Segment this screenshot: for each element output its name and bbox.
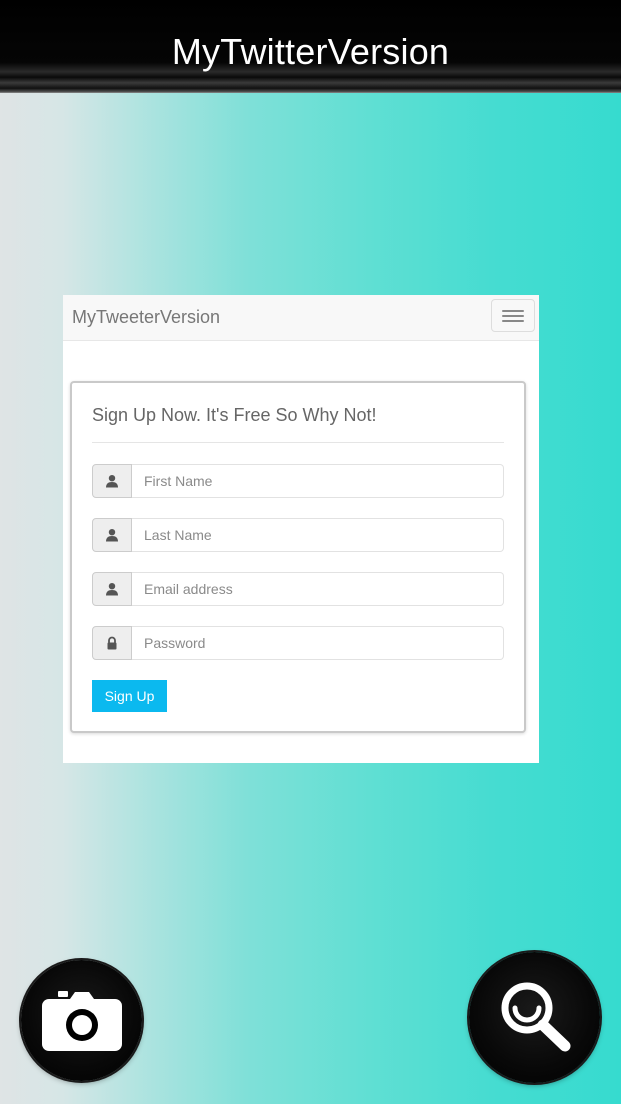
search-icon bbox=[501, 982, 570, 1051]
user-icon bbox=[106, 475, 118, 488]
password-addon bbox=[92, 626, 132, 660]
lock-icon bbox=[107, 636, 117, 650]
first-name-group bbox=[92, 464, 504, 498]
last-name-group bbox=[92, 518, 504, 552]
navbar-toggle-button[interactable] bbox=[491, 299, 535, 332]
navbar: MyTweeterVersion bbox=[63, 295, 539, 341]
search-button[interactable] bbox=[469, 952, 600, 1083]
signup-panel: MyTweeterVersion Sign Up Now. It's Free … bbox=[63, 295, 539, 763]
password-group bbox=[92, 626, 504, 660]
user-icon bbox=[106, 583, 118, 596]
heading-divider bbox=[92, 442, 504, 443]
top-header-bar: MyTwitterVersion bbox=[0, 0, 621, 93]
camera-icon bbox=[41, 990, 122, 1051]
sign-up-button[interactable]: Sign Up bbox=[92, 680, 167, 712]
user-icon bbox=[106, 529, 118, 542]
navbar-brand[interactable]: MyTweeterVersion bbox=[72, 306, 220, 328]
first-name-input[interactable] bbox=[132, 464, 504, 498]
first-name-addon bbox=[92, 464, 132, 498]
signup-form-card: Sign Up Now. It's Free So Why Not! First… bbox=[70, 381, 526, 733]
form-heading: Sign Up Now. It's Free So Why Not! bbox=[92, 405, 377, 425]
camera-button[interactable] bbox=[21, 960, 142, 1081]
password-input[interactable] bbox=[132, 626, 504, 660]
email-group bbox=[92, 572, 504, 606]
last-name-addon bbox=[92, 518, 132, 552]
last-name-input[interactable] bbox=[132, 518, 504, 552]
email-addon bbox=[92, 572, 132, 606]
app-title: MyTwitterVersion bbox=[171, 31, 450, 72]
email-input[interactable] bbox=[132, 572, 504, 606]
